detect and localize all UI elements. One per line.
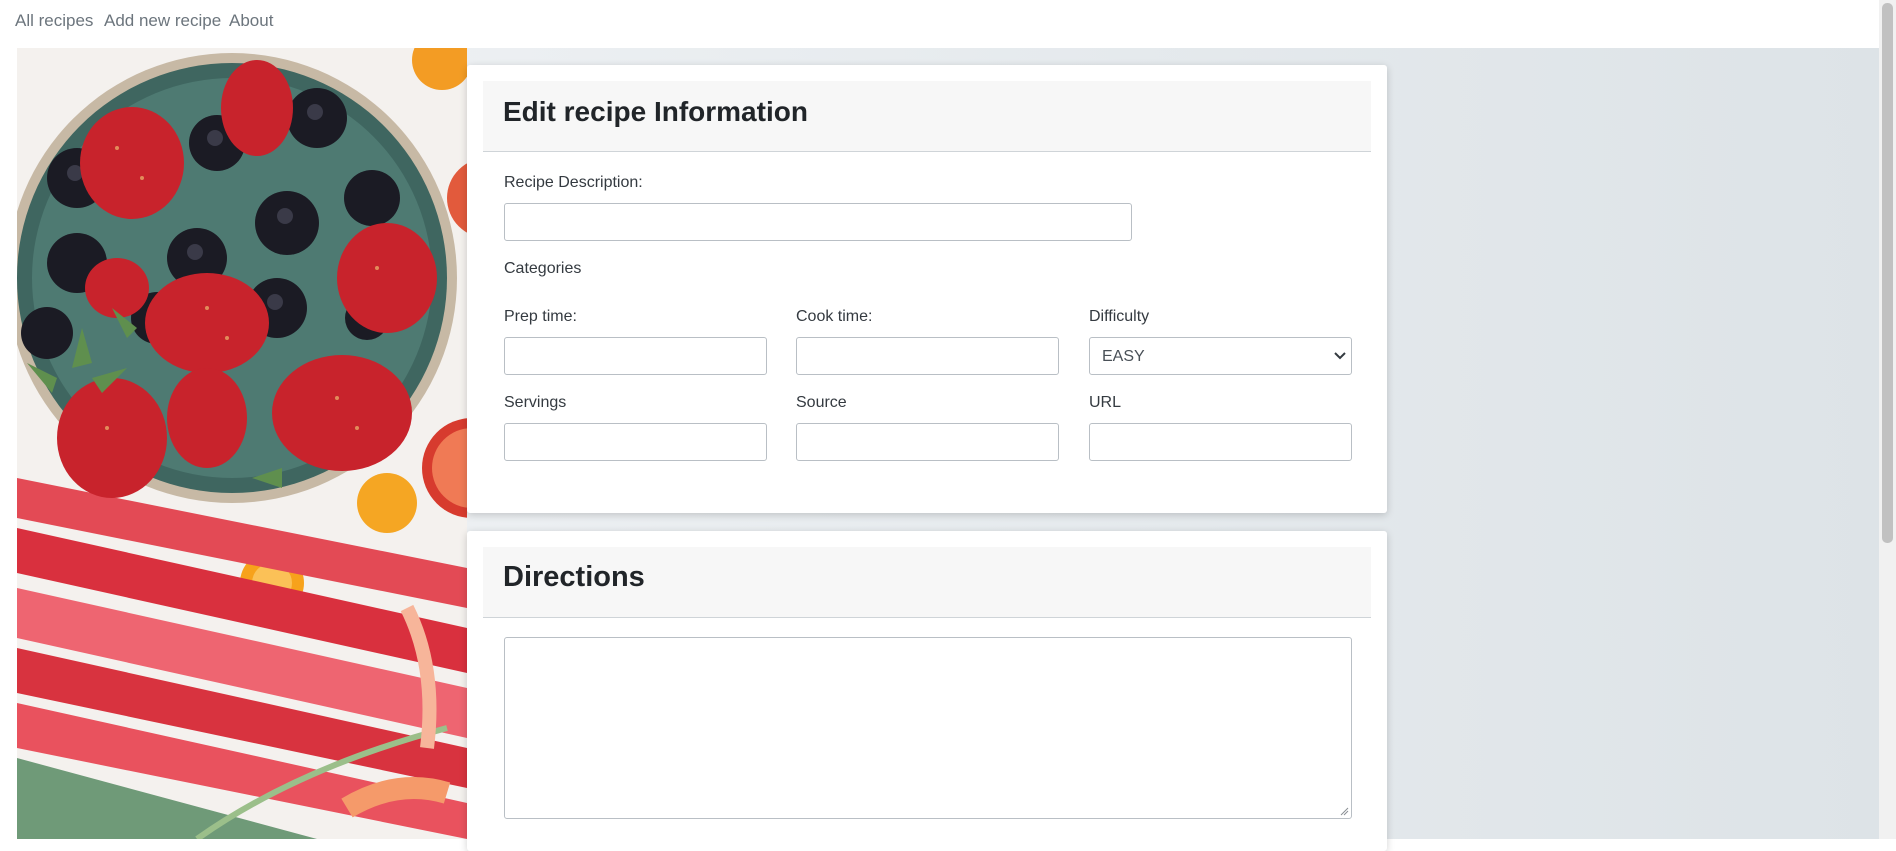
fruit-background-photo [17, 48, 467, 839]
resize-grip-icon[interactable] [1339, 806, 1349, 816]
nav-all-recipes[interactable]: All recipes [15, 11, 93, 31]
difficulty-select[interactable]: EASY [1089, 337, 1352, 375]
nav-about[interactable]: About [229, 11, 273, 31]
cook-time-label: Cook time: [796, 308, 873, 325]
servings-label: Servings [504, 394, 567, 411]
prep-time-label: Prep time: [504, 308, 577, 325]
directions-title: Directions [503, 561, 645, 593]
scrollbar-thumb[interactable] [1882, 3, 1893, 543]
top-navigation: All recipes Add new recipe About [0, 0, 1880, 48]
directions-card: Directions [467, 531, 1387, 851]
recipe-description-label: Recipe Description: [504, 174, 643, 191]
source-label: Source [796, 394, 847, 411]
directions-header: Directions [483, 547, 1371, 618]
difficulty-label: Difficulty [1089, 308, 1150, 325]
page-title: Edit recipe Information [503, 96, 808, 127]
page-scrollbar[interactable] [1879, 0, 1896, 839]
url-label: URL [1089, 394, 1122, 411]
recipe-description-input[interactable] [504, 203, 1132, 241]
servings-input[interactable] [504, 423, 767, 461]
directions-textarea[interactable] [504, 637, 1352, 819]
recipe-information-header: Edit recipe Information [483, 81, 1371, 152]
url-input[interactable] [1089, 423, 1352, 461]
nav-add-new-recipe[interactable]: Add new recipe [104, 11, 221, 31]
categories-label: Categories [504, 260, 582, 277]
cook-time-input[interactable] [796, 337, 1059, 375]
source-input[interactable] [796, 423, 1059, 461]
recipe-information-card: Edit recipe Information Recipe Descripti… [467, 65, 1387, 513]
prep-time-input[interactable] [504, 337, 767, 375]
